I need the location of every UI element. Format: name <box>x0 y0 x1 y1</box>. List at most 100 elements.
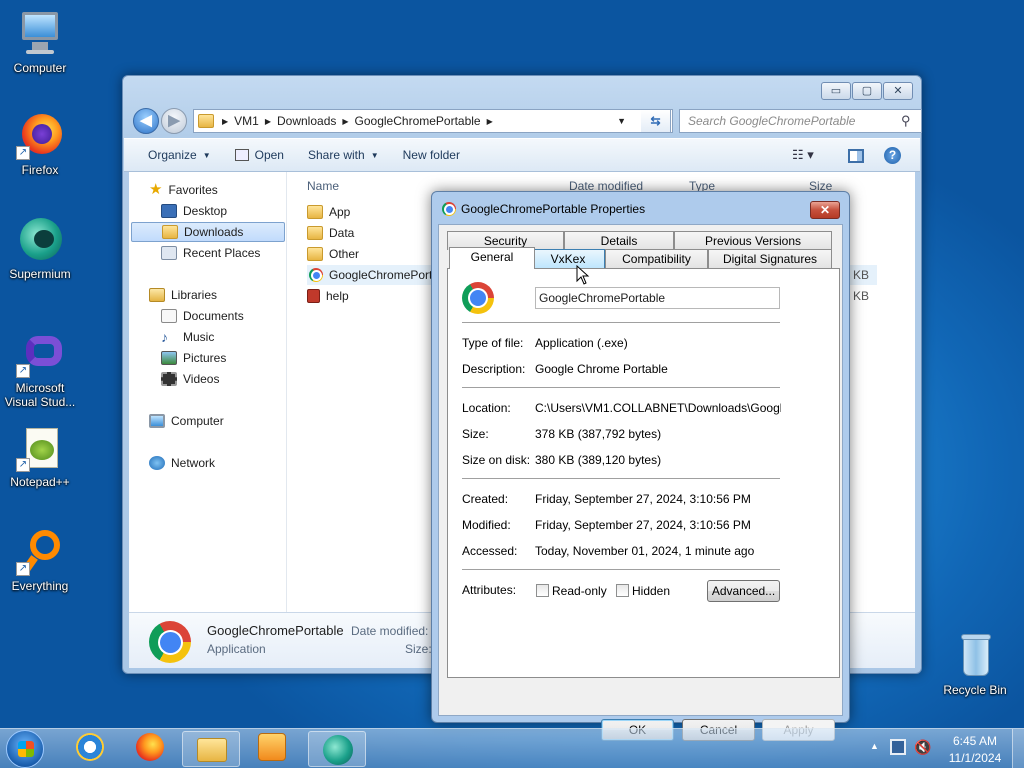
help-icon[interactable]: ? <box>884 147 901 164</box>
breadcrumb-downloads[interactable]: Downloads <box>277 114 336 128</box>
search-input[interactable]: Search GoogleChromePortable <box>679 109 922 133</box>
desktop-icon-firefox[interactable]: ↗ Firefox <box>0 112 80 177</box>
close-button[interactable]: ✕ <box>883 82 913 100</box>
created-label: Created: <box>462 492 509 506</box>
taskbar-explorer-button[interactable] <box>182 731 240 767</box>
desktop-icon-label: Firefox <box>21 163 59 177</box>
nav-libraries[interactable]: Libraries <box>149 285 217 305</box>
desktop-icon-label: Everything <box>11 579 69 593</box>
nav-pictures[interactable]: Pictures <box>161 348 226 368</box>
nav-label: Music <box>183 330 215 344</box>
command-bar: Organize ▼ Open Share with ▼ New folder ☷ … <box>124 138 920 172</box>
open-button[interactable]: Open <box>234 148 284 162</box>
hidden-label[interactable]: Hidden <box>632 584 670 598</box>
tab-compatibility[interactable]: Compatibility <box>605 249 708 268</box>
view-options-icon[interactable]: ☷ ▾ <box>792 147 814 163</box>
refresh-button[interactable]: ⇆ <box>641 109 671 133</box>
separator <box>462 387 780 388</box>
nav-documents[interactable]: Documents <box>161 306 244 326</box>
navigation-pane: ★ Favorites Desktop Downloads Recent Plac… <box>129 172 287 612</box>
folder-icon <box>307 205 323 219</box>
search-icon: ⚲ <box>901 113 911 128</box>
details-size-label: Size: <box>405 642 432 656</box>
taskbar-explorer-icon <box>197 738 227 762</box>
volume-muted-icon[interactable]: 🔇 <box>914 739 931 756</box>
new-folder-button[interactable]: New folder <box>403 148 460 162</box>
show-hidden-icons-icon[interactable]: ▲ <box>870 741 879 751</box>
nav-downloads[interactable]: Downloads <box>131 222 285 242</box>
open-label: Open <box>254 148 284 162</box>
file-row-data[interactable]: Data <box>307 223 354 243</box>
nav-computer[interactable]: Computer <box>149 411 224 431</box>
taskbar-supermium-button[interactable] <box>308 731 366 767</box>
desktop-icon-visual-studio[interactable]: ↗ Microsoft Visual Stud... <box>0 330 80 409</box>
properties-dialog[interactable]: GoogleChromePortable Properties ✕ Securi… <box>431 191 850 741</box>
breadcrumb-separator-icon: ▶ <box>264 116 271 126</box>
desktop-icon-label: Recycle Bin <box>943 683 1007 697</box>
maximize-button[interactable]: ▢ <box>852 82 882 100</box>
forward-button[interactable]: ▶ <box>161 108 187 134</box>
modified-label: Modified: <box>462 518 511 532</box>
shortcut-arrow-icon: ↗ <box>16 146 30 160</box>
libraries-icon <box>149 288 165 302</box>
music-icon: ♪ <box>161 329 168 345</box>
mouse-cursor-icon <box>576 265 590 285</box>
desktop-icon-recycle-bin[interactable]: Recycle Bin <box>935 632 1015 697</box>
file-row-other[interactable]: Other <box>307 244 359 264</box>
address-dropdown-icon[interactable]: ▼ <box>617 116 626 126</box>
clock-date[interactable]: 11/1/2024 <box>946 751 1004 765</box>
back-button[interactable]: ◀ <box>133 108 159 134</box>
nav-label: Pictures <box>183 351 227 365</box>
file-row-help[interactable]: help <box>307 286 349 306</box>
organize-button[interactable]: Organize ▼ <box>148 148 211 162</box>
nav-label: Favorites <box>168 183 218 197</box>
advanced-button[interactable]: Advanced... <box>707 580 780 602</box>
nav-recent-places[interactable]: Recent Places <box>161 243 260 263</box>
created-value: Friday, September 27, 2024, 3:10:56 PM <box>535 492 751 506</box>
dialog-close-button[interactable]: ✕ <box>810 201 840 219</box>
desktop-icon-notepadpp[interactable]: ↗ Notepad++ <box>0 424 80 489</box>
nav-label: Network <box>171 456 216 470</box>
nav-favorites[interactable]: ★ Favorites <box>149 180 218 200</box>
tab-vxkex[interactable]: VxKex <box>531 249 605 268</box>
file-row-app[interactable]: App <box>307 202 350 222</box>
breadcrumb-vm1[interactable]: VM1 <box>234 114 259 128</box>
taskbar-ie-icon[interactable] <box>76 733 104 761</box>
show-desktop-button[interactable] <box>1012 729 1024 768</box>
folder-icon <box>198 114 214 128</box>
general-tab-page: GoogleChromePortable Type of file: Appli… <box>447 268 840 678</box>
start-button[interactable] <box>6 730 44 768</box>
nav-music[interactable]: ♪ Music <box>161 327 214 347</box>
separator <box>462 569 780 570</box>
taskbar-media-player-icon[interactable] <box>258 733 286 761</box>
network-tray-icon[interactable] <box>890 739 906 755</box>
nav-desktop[interactable]: Desktop <box>161 201 227 221</box>
desktop-icon-everything[interactable]: ↗ Everything <box>0 528 80 593</box>
hidden-checkbox[interactable] <box>616 584 629 597</box>
column-name[interactable]: Name <box>307 174 339 198</box>
file-name-input[interactable]: GoogleChromePortable <box>535 287 780 309</box>
breadcrumb-current[interactable]: GoogleChromePortable <box>355 114 481 128</box>
share-with-button[interactable]: Share with ▼ <box>308 148 379 162</box>
desktop-icon-supermium[interactable]: Supermium <box>0 216 80 281</box>
tab-digital-signatures[interactable]: Digital Signatures <box>708 249 832 268</box>
chrome-icon <box>149 621 191 663</box>
tab-previous-versions[interactable]: Previous Versions <box>674 231 832 250</box>
downloads-folder-icon <box>162 225 178 239</box>
navigation-bar: ◀ ▶ ▶ VM1 ▶ Downloads ▶ GoogleChromePort… <box>131 106 922 136</box>
readonly-label[interactable]: Read-only <box>552 584 607 598</box>
caption-buttons: ▭ ▢ ✕ <box>821 82 913 100</box>
address-bar[interactable]: ▶ VM1 ▶ Downloads ▶ GoogleChromePortable… <box>193 109 673 133</box>
nav-videos[interactable]: Videos <box>161 369 219 389</box>
clock-time[interactable]: 6:45 AM <box>946 734 1004 748</box>
minimize-button[interactable]: ▭ <box>821 82 851 100</box>
desktop-icon-computer[interactable]: Computer <box>0 10 80 75</box>
chrome-icon <box>462 282 494 314</box>
nav-network[interactable]: Network <box>149 453 215 473</box>
file-name: Data <box>329 226 355 240</box>
readonly-checkbox[interactable] <box>536 584 549 597</box>
preview-pane-icon[interactable] <box>848 149 864 163</box>
taskbar-firefox-icon[interactable] <box>136 733 164 761</box>
tab-general[interactable]: General <box>449 247 535 269</box>
tab-details[interactable]: Details <box>564 231 674 250</box>
